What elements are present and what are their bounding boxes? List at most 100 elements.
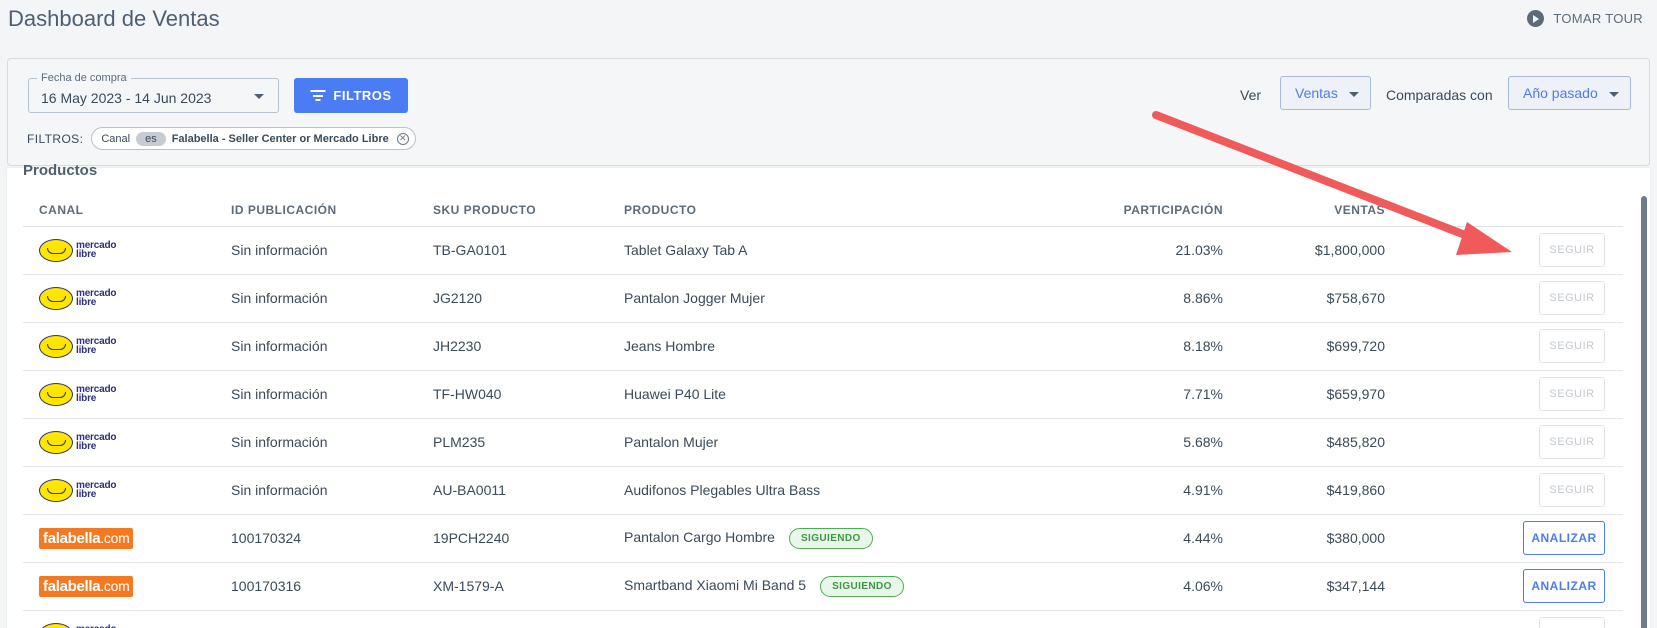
purchase-date-field[interactable]: Fecha de compra 16 May 2023 - 14 Jun 202… xyxy=(28,72,279,113)
falabella-logo: falabella.com xyxy=(39,575,134,597)
cell-id: Sin información xyxy=(231,418,433,467)
handshake-icon xyxy=(39,622,73,628)
table-row[interactable]: mercadolibre SEGUIR xyxy=(23,610,1623,628)
cell-participacion: 4.06% xyxy=(1073,562,1223,611)
mercado-libre-logo: mercadolibre xyxy=(39,286,231,310)
cell-action: SEGUIR xyxy=(1385,610,1623,628)
analyze-button[interactable]: ANALIZAR xyxy=(1523,521,1605,555)
column-header-sku[interactable]: SKU PRODUCTO xyxy=(433,195,624,227)
cell-ventas xyxy=(1223,610,1385,628)
cell-participacion xyxy=(1073,610,1223,628)
cell-id: Sin información xyxy=(231,466,433,515)
follow-button[interactable]: SEGUIR xyxy=(1539,617,1605,628)
product-name: Smartband Xiaomi Mi Band 5 xyxy=(624,576,807,593)
product-name: Huawei P40 Lite xyxy=(624,386,726,402)
handshake-icon xyxy=(39,286,73,310)
product-name: Pantalon Mujer xyxy=(624,434,719,450)
cell-participacion: 4.91% xyxy=(1073,466,1223,515)
cell-sku: AU-BA0011 xyxy=(433,466,624,515)
column-header-producto[interactable]: PRODUCTO xyxy=(624,195,1073,227)
logo-text: mercado xyxy=(76,624,116,628)
logo-text: .com xyxy=(100,577,130,594)
cell-producto: Jeans Hombre xyxy=(624,322,1073,371)
table-row[interactable]: mercado libre Sin información PLM235 Pantalo… xyxy=(23,418,1623,467)
filter-chip-value: Falabella - Seller Center or Mercado Lib… xyxy=(171,132,389,145)
mercado-libre-logo: mercadolibre xyxy=(39,622,231,628)
column-header-ventas[interactable]: VENTAS xyxy=(1223,195,1385,227)
follow-button[interactable]: SEGUIR xyxy=(1539,233,1605,267)
follow-button[interactable]: SEGUIR xyxy=(1539,473,1605,507)
follow-button[interactable]: SEGUIR xyxy=(1539,425,1605,459)
view-select-value: Ventas xyxy=(1295,85,1338,101)
filter-chip-operator: es xyxy=(136,131,166,146)
column-header-id[interactable]: ID PUBLICACIÓN xyxy=(231,195,433,227)
cell-canal: mercadolibre xyxy=(23,226,231,275)
compare-select[interactable]: Año pasado xyxy=(1508,76,1631,110)
cell-canal: mercadolibre xyxy=(23,322,231,371)
cell-participacion: 7.71% xyxy=(1073,370,1223,419)
cell-ventas: $485,820 xyxy=(1223,418,1385,467)
table-scrollbar[interactable] xyxy=(1641,196,1647,628)
product-name: Audifonos Plegables Ultra Bass xyxy=(624,482,821,498)
filter-chip-canal[interactable]: Canal es Falabella - Seller Center or Me… xyxy=(91,127,416,150)
compare-select-value: Año pasado xyxy=(1523,85,1598,101)
cell-canal: falabella.com xyxy=(23,562,231,611)
remove-filter-icon[interactable]: ✕ xyxy=(396,132,409,145)
view-label: Ver xyxy=(1240,87,1262,103)
cell-id xyxy=(231,610,433,628)
cell-ventas: $758,670 xyxy=(1223,274,1385,323)
logo-text: libre xyxy=(76,393,97,404)
cell-canal: mercadolibre xyxy=(23,370,231,419)
filters-button[interactable]: FILTROS xyxy=(294,78,408,113)
take-tour-label: TOMAR TOUR xyxy=(1553,11,1643,26)
table-row[interactable]: falabella.com 100170324 19PCH2240 Pantalon … xyxy=(23,514,1623,563)
logo-text: falabella xyxy=(43,529,101,547)
logo-text: libre xyxy=(76,249,97,260)
cell-producto: Tablet Galaxy Tab A xyxy=(624,226,1073,275)
product-name: Tablet Galaxy Tab A xyxy=(624,242,748,258)
table-row[interactable]: mercado libre Sin información AU-BA0011 Audi… xyxy=(23,466,1623,515)
column-header-canal[interactable]: CANAL xyxy=(23,195,231,227)
cell-sku: JH2230 xyxy=(433,322,624,371)
analyze-button[interactable]: ANALIZAR xyxy=(1523,569,1605,603)
column-header-participacion[interactable]: PARTICIPACIÓN xyxy=(1073,195,1223,227)
cell-ventas: $699,720 xyxy=(1223,322,1385,371)
cell-id: 100170324 xyxy=(231,514,433,563)
table-row[interactable]: mercado libre Sin información TB-GA0101 Tabl… xyxy=(23,226,1623,275)
cell-id: Sin información xyxy=(231,322,433,371)
filter-icon xyxy=(310,90,326,101)
filters-button-label: FILTROS xyxy=(333,88,392,103)
product-name: Pantalon Jogger Mujer xyxy=(624,290,765,306)
cell-participacion: 4.44% xyxy=(1073,514,1223,563)
table-header-row: CANAL ID PUBLICACIÓN SKU PRODUCTO PRODUC… xyxy=(23,195,1623,227)
following-badge: SIGUIENDO xyxy=(820,575,904,597)
table-row[interactable]: falabella.com 100170316 XM-1579-A Smartband… xyxy=(23,562,1623,611)
cell-action: SEGUIR xyxy=(1385,370,1623,419)
active-filters-label: FILTROS: xyxy=(27,131,84,146)
cell-action: SEGUIR xyxy=(1385,322,1623,371)
handshake-icon xyxy=(39,382,73,406)
compare-label: Comparadas con xyxy=(1386,87,1493,103)
logo-text: libre xyxy=(76,489,97,500)
play-icon xyxy=(1527,10,1545,27)
cell-action: SEGUIR xyxy=(1385,226,1623,275)
cell-participacion: 8.18% xyxy=(1073,322,1223,371)
filter-panel: Fecha de compra 16 May 2023 - 14 Jun 202… xyxy=(7,58,1650,166)
view-select[interactable]: Ventas xyxy=(1280,76,1371,110)
table-row[interactable]: mercado libre Sin información JH2230 Jeans H… xyxy=(23,322,1623,371)
table-row[interactable]: mercado libre Sin información TF-HW040 Huawe… xyxy=(23,370,1623,419)
follow-button[interactable]: SEGUIR xyxy=(1539,329,1605,363)
cell-sku: TF-HW040 xyxy=(433,370,624,419)
follow-button[interactable]: SEGUIR xyxy=(1539,377,1605,411)
table-row[interactable]: mercado libre Sin información JG2120 Pantalo… xyxy=(23,274,1623,323)
cell-id: Sin información xyxy=(231,274,433,323)
cell-action: SEGUIR xyxy=(1385,418,1623,467)
follow-button[interactable]: SEGUIR xyxy=(1539,281,1605,315)
logo-text: .com xyxy=(100,529,130,546)
products-card: Productos CANAL ID PUBLICACIÓN SKU PRODU… xyxy=(7,162,1650,628)
cell-ventas: $659,970 xyxy=(1223,370,1385,419)
take-tour-button[interactable]: TOMAR TOUR xyxy=(1527,10,1643,27)
cell-participacion: 21.03% xyxy=(1073,226,1223,275)
cell-action: SEGUIR xyxy=(1385,274,1623,323)
cell-producto: Audifonos Plegables Ultra Bass xyxy=(624,466,1073,515)
